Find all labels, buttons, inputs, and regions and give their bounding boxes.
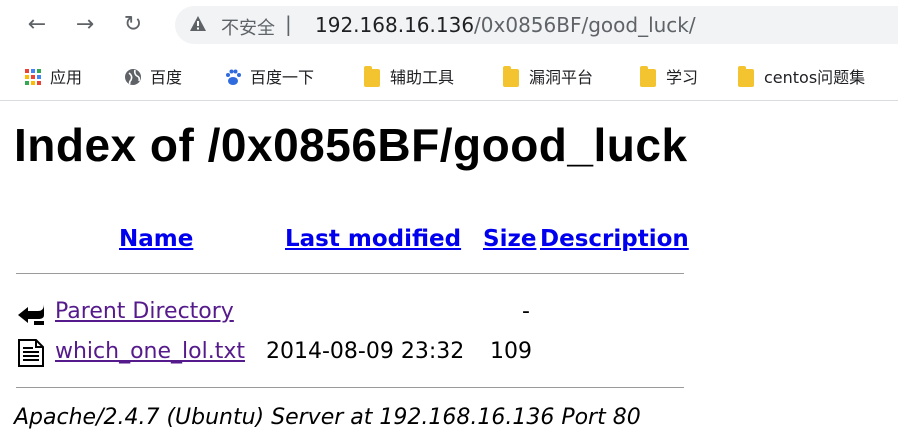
url-text[interactable]: 192.168.16.136/0x0856BF/good_luck/	[315, 13, 696, 37]
url-host: 192.168.16.136	[315, 13, 475, 37]
bookmark-label: 学习	[666, 68, 699, 87]
file-size: -	[522, 299, 530, 324]
page-title: Index of /0x0856BF/good_luck	[14, 119, 688, 171]
table-row: Parent Directory -	[16, 299, 616, 329]
bookmark-baidu[interactable]: 百度	[124, 64, 182, 88]
folder-icon	[503, 66, 519, 87]
back-icon: ←	[27, 12, 47, 37]
folder-icon	[640, 66, 656, 87]
parent-directory-link[interactable]: Parent Directory	[55, 299, 234, 324]
address-bar[interactable]: 不安全 | 192.168.16.136/0x0856BF/good_luck/	[175, 6, 898, 44]
column-header-size[interactable]: Size	[483, 226, 536, 252]
file-link[interactable]: which_one_lol.txt	[55, 339, 245, 364]
warning-icon[interactable]	[189, 15, 207, 33]
bookmark-label: 应用	[50, 68, 83, 87]
bookmark-apps[interactable]: 应用	[24, 64, 82, 88]
column-header-name[interactable]: Name	[119, 226, 193, 252]
browser-toolbar: ← → ↻ 不安全 | 192.168.16.136/0x0856BF/good…	[0, 0, 898, 52]
url-path: /0x0856BF/good_luck/	[474, 13, 696, 37]
header-divider	[16, 273, 684, 274]
security-status[interactable]: 不安全	[221, 14, 275, 40]
bookmarks-bar: 应用 百度 百度一下 辅助工具 漏洞平台 学习 centos问题集	[0, 52, 898, 101]
file-last-modified: 2014-08-09 23:32	[266, 339, 465, 364]
globe-icon	[125, 69, 141, 85]
column-header-description[interactable]: Description	[540, 226, 689, 252]
bookmark-label: 百度一下	[250, 68, 315, 87]
apps-grid-icon	[25, 69, 41, 85]
bookmark-folder-tools[interactable]: 辅助工具	[364, 64, 454, 88]
text-file-icon	[18, 339, 44, 367]
server-signature: Apache/2.4.7 (Ubuntu) Server at 192.168.…	[14, 405, 641, 430]
table-row: which_one_lol.txt 2014-08-09 23:32 109	[16, 339, 616, 369]
footer-divider	[16, 387, 684, 388]
forward-button[interactable]: →	[70, 10, 100, 40]
bookmark-baidu-search[interactable]: 百度一下	[224, 64, 314, 88]
reload-button[interactable]: ↻	[118, 10, 148, 40]
bookmark-label: 漏洞平台	[529, 68, 594, 87]
file-size: 109	[490, 339, 532, 364]
reload-icon: ↻	[123, 12, 143, 37]
bookmark-folder-vuln[interactable]: 漏洞平台	[503, 64, 593, 88]
bookmark-label: centos问题集	[764, 68, 866, 87]
bookmark-label: 辅助工具	[390, 68, 455, 87]
forward-icon: →	[75, 12, 95, 37]
bookmark-folder-study[interactable]: 学习	[640, 64, 698, 88]
omnibox-separator: |	[285, 12, 292, 36]
bookmark-label: 百度	[150, 68, 183, 87]
baidu-paw-icon	[226, 69, 241, 85]
back-arrow-icon	[18, 304, 44, 325]
folder-icon	[364, 66, 380, 87]
back-button[interactable]: ←	[22, 10, 52, 40]
column-header-last-modified[interactable]: Last modified	[285, 226, 461, 252]
bookmark-folder-centos[interactable]: centos问题集	[738, 64, 865, 88]
folder-icon	[738, 66, 754, 87]
